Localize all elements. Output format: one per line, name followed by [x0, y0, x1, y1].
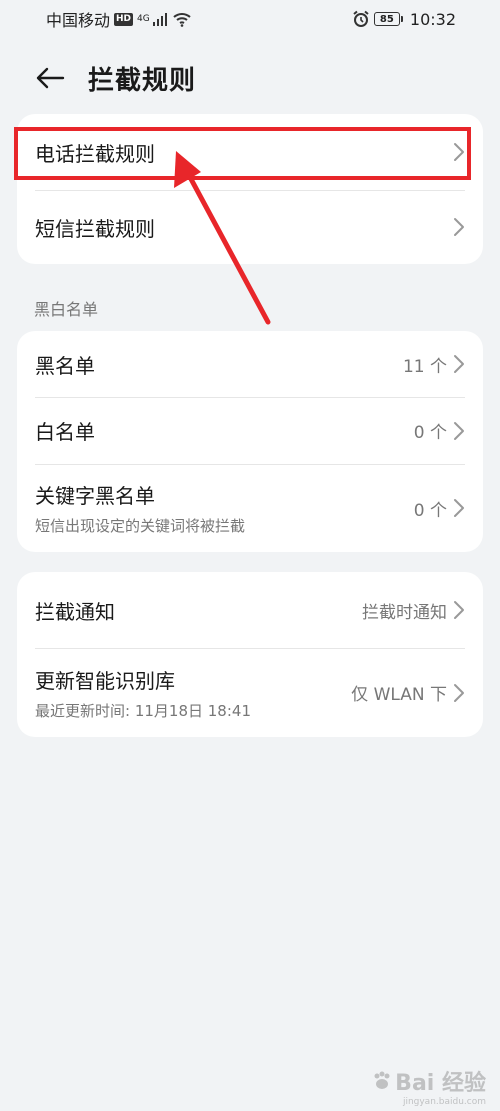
whitelist-item[interactable]: 白名单 0 个: [17, 397, 483, 464]
update-recognition-library-item[interactable]: 更新智能识别库 最近更新时间: 11月18日 18:41 仅 WLAN 下: [17, 648, 483, 737]
row-value: 0 个: [413, 500, 447, 521]
chevron-right-icon: [454, 683, 464, 702]
row-right: 11 个: [403, 352, 465, 377]
row-title: 白名单: [35, 420, 95, 444]
paw-icon: [374, 1071, 390, 1089]
wifi-icon: [173, 13, 191, 27]
row-title: 电话拦截规则: [35, 141, 155, 166]
watermark-text: Bai 经验: [395, 1071, 486, 1096]
chevron-right-icon: [454, 601, 464, 619]
row-right: 仅 WLAN 下: [351, 680, 465, 705]
chevron-right-icon: [454, 355, 464, 373]
status-left: 中国移动 HD 4G: [46, 7, 192, 31]
row-value: 11 个: [402, 356, 447, 377]
row-right: [453, 217, 465, 237]
chevron-right-icon: [454, 421, 464, 440]
page-title: 拦截规则: [88, 65, 197, 96]
watermark-logo: Bai 经验: [371, 1065, 486, 1097]
row-value: 仅 WLAN 下: [351, 685, 447, 705]
status-time: 10:32: [409, 9, 456, 29]
row-value: 拦截时通知: [362, 602, 447, 623]
row-title: 更新智能识别库: [35, 668, 175, 693]
row-main: 白名单: [35, 416, 95, 445]
row-main: 短信拦截规则: [35, 213, 155, 242]
battery-icon: 85: [373, 12, 403, 26]
header: 拦截规则: [0, 50, 500, 106]
intercept-notification-item[interactable]: 拦截通知 拦截时通知: [17, 572, 483, 648]
alarm-icon: [353, 10, 369, 27]
call-intercept-rules-item[interactable]: 电话拦截规则: [17, 114, 483, 190]
arrow-left-icon: [36, 67, 65, 89]
row-title: 关键字黑名单: [35, 484, 155, 508]
status-bar: 中国移动 HD 4G 85 10:32: [0, 0, 500, 38]
row-title: 拦截通知: [35, 599, 115, 624]
row-right: [453, 142, 465, 162]
chevron-right-icon: [454, 499, 464, 517]
row-main: 黑名单: [35, 350, 95, 379]
row-right: 0 个: [414, 496, 465, 521]
back-button[interactable]: [30, 58, 70, 98]
row-main: 电话拦截规则: [35, 138, 155, 167]
intercept-rules-card: 电话拦截规则 短信拦截规则: [17, 114, 483, 264]
keyword-blacklist-item[interactable]: 关键字黑名单 短信出现设定的关键词将被拦截 0 个: [17, 464, 483, 552]
hd-badge: HD: [114, 12, 134, 26]
row-subtitle: 最近更新时间: 11月18日 18:41: [35, 701, 251, 720]
blackwhite-list-card: 黑名单 11 个 白名单 0 个 关键字黑名单 短信出现设定的关键词将被拦截 0…: [17, 331, 483, 552]
signal-icon: [152, 13, 167, 26]
row-main: 关键字黑名单 短信出现设定的关键词将被拦截: [35, 480, 245, 536]
row-subtitle: 短信出现设定的关键词将被拦截: [35, 517, 246, 535]
carrier-name: 中国移动: [46, 11, 111, 30]
row-title: 黑名单: [35, 353, 95, 378]
chevron-right-icon: [454, 143, 464, 161]
blacklist-item[interactable]: 黑名单 11 个: [17, 331, 483, 397]
row-right: 拦截时通知: [362, 598, 465, 623]
status-right: 85 10:32: [352, 10, 456, 29]
battery-level: 85: [379, 13, 394, 25]
watermark-url: jingyan.baidu.com: [402, 1097, 486, 1107]
row-right: 0 个: [414, 418, 465, 443]
settings-card: 拦截通知 拦截时通知 更新智能识别库 最近更新时间: 11月18日 18:41 …: [17, 572, 483, 737]
sms-intercept-rules-item[interactable]: 短信拦截规则: [17, 190, 483, 264]
row-title: 短信拦截规则: [35, 216, 155, 241]
network-type: 4G: [137, 14, 150, 24]
row-value: 0 个: [413, 423, 447, 443]
section-label-blackwhite-list: 黑白名单: [34, 300, 99, 319]
row-main: 拦截通知: [35, 596, 115, 625]
row-main: 更新智能识别库 最近更新时间: 11月18日 18:41: [35, 665, 251, 721]
chevron-right-icon: [454, 218, 464, 236]
